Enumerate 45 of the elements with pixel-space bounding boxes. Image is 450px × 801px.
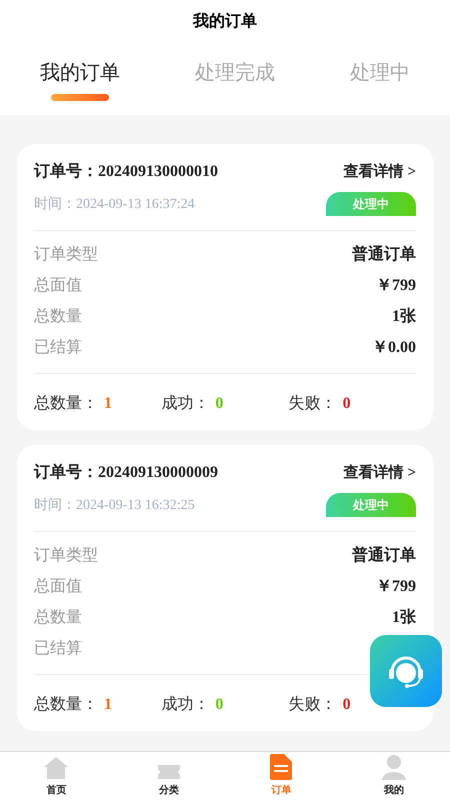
- field-label: 订单类型: [34, 244, 98, 264]
- customer-service-button[interactable]: [370, 635, 442, 707]
- ticket-icon: [156, 764, 181, 780]
- status-badge: 处理中: [326, 493, 416, 517]
- status-badge: 处理中: [326, 192, 416, 216]
- field-label: 总面值: [34, 576, 82, 596]
- order-number: 订单号：202409130000010: [34, 162, 218, 182]
- summary-value: 0: [215, 695, 224, 715]
- summary-value: 1: [104, 394, 112, 414]
- nav-item[interactable]: 分类: [112, 752, 225, 801]
- field-value: ￥0.00: [372, 338, 416, 358]
- nav-item[interactable]: 首页: [0, 752, 112, 801]
- summary-value: 0: [342, 394, 351, 414]
- page-title: 我的订单: [193, 12, 257, 32]
- nav-item[interactable]: 我的: [338, 752, 450, 801]
- summary-label: 总数量：: [34, 394, 98, 414]
- summary-value: 0: [342, 695, 351, 715]
- home-icon: [43, 756, 70, 780]
- summary-label: 失败：: [288, 394, 337, 414]
- field-label: 订单类型: [34, 546, 98, 566]
- field-label: 总数量: [34, 306, 82, 326]
- summary-label: 失败：: [288, 694, 337, 715]
- order-time: 时间：2024-09-13 16:32:25: [34, 496, 195, 514]
- field-value: ￥799: [376, 576, 416, 596]
- document-icon: [270, 754, 292, 780]
- field-value: 1张: [392, 306, 416, 326]
- order-number: 订单号：202409130000009: [34, 462, 218, 483]
- order-time: 时间：2024-09-13 16:37:24: [34, 196, 195, 214]
- summary-value: 1: [104, 695, 112, 715]
- view-details-link[interactable]: 查看详情 >: [344, 462, 416, 484]
- summary-label: 总数量：: [34, 695, 98, 715]
- field-label: 总面值: [34, 276, 82, 296]
- summary-label: 成功：: [161, 394, 210, 414]
- tab[interactable]: 我的订单: [40, 58, 120, 101]
- field-label: 已结算: [34, 338, 82, 358]
- summary-label: 成功：: [161, 694, 210, 715]
- field-label: 总数量: [34, 608, 82, 628]
- field-value: 1张: [392, 608, 416, 628]
- field-value: ￥799: [376, 276, 416, 296]
- summary-value: 0: [215, 394, 224, 414]
- field-label: 已结算: [34, 638, 82, 658]
- person-icon: [380, 754, 407, 780]
- field-value: 普通订单: [352, 544, 416, 566]
- view-details-link[interactable]: 查看详情 >: [344, 160, 416, 184]
- field-value: 普通订单: [352, 244, 416, 264]
